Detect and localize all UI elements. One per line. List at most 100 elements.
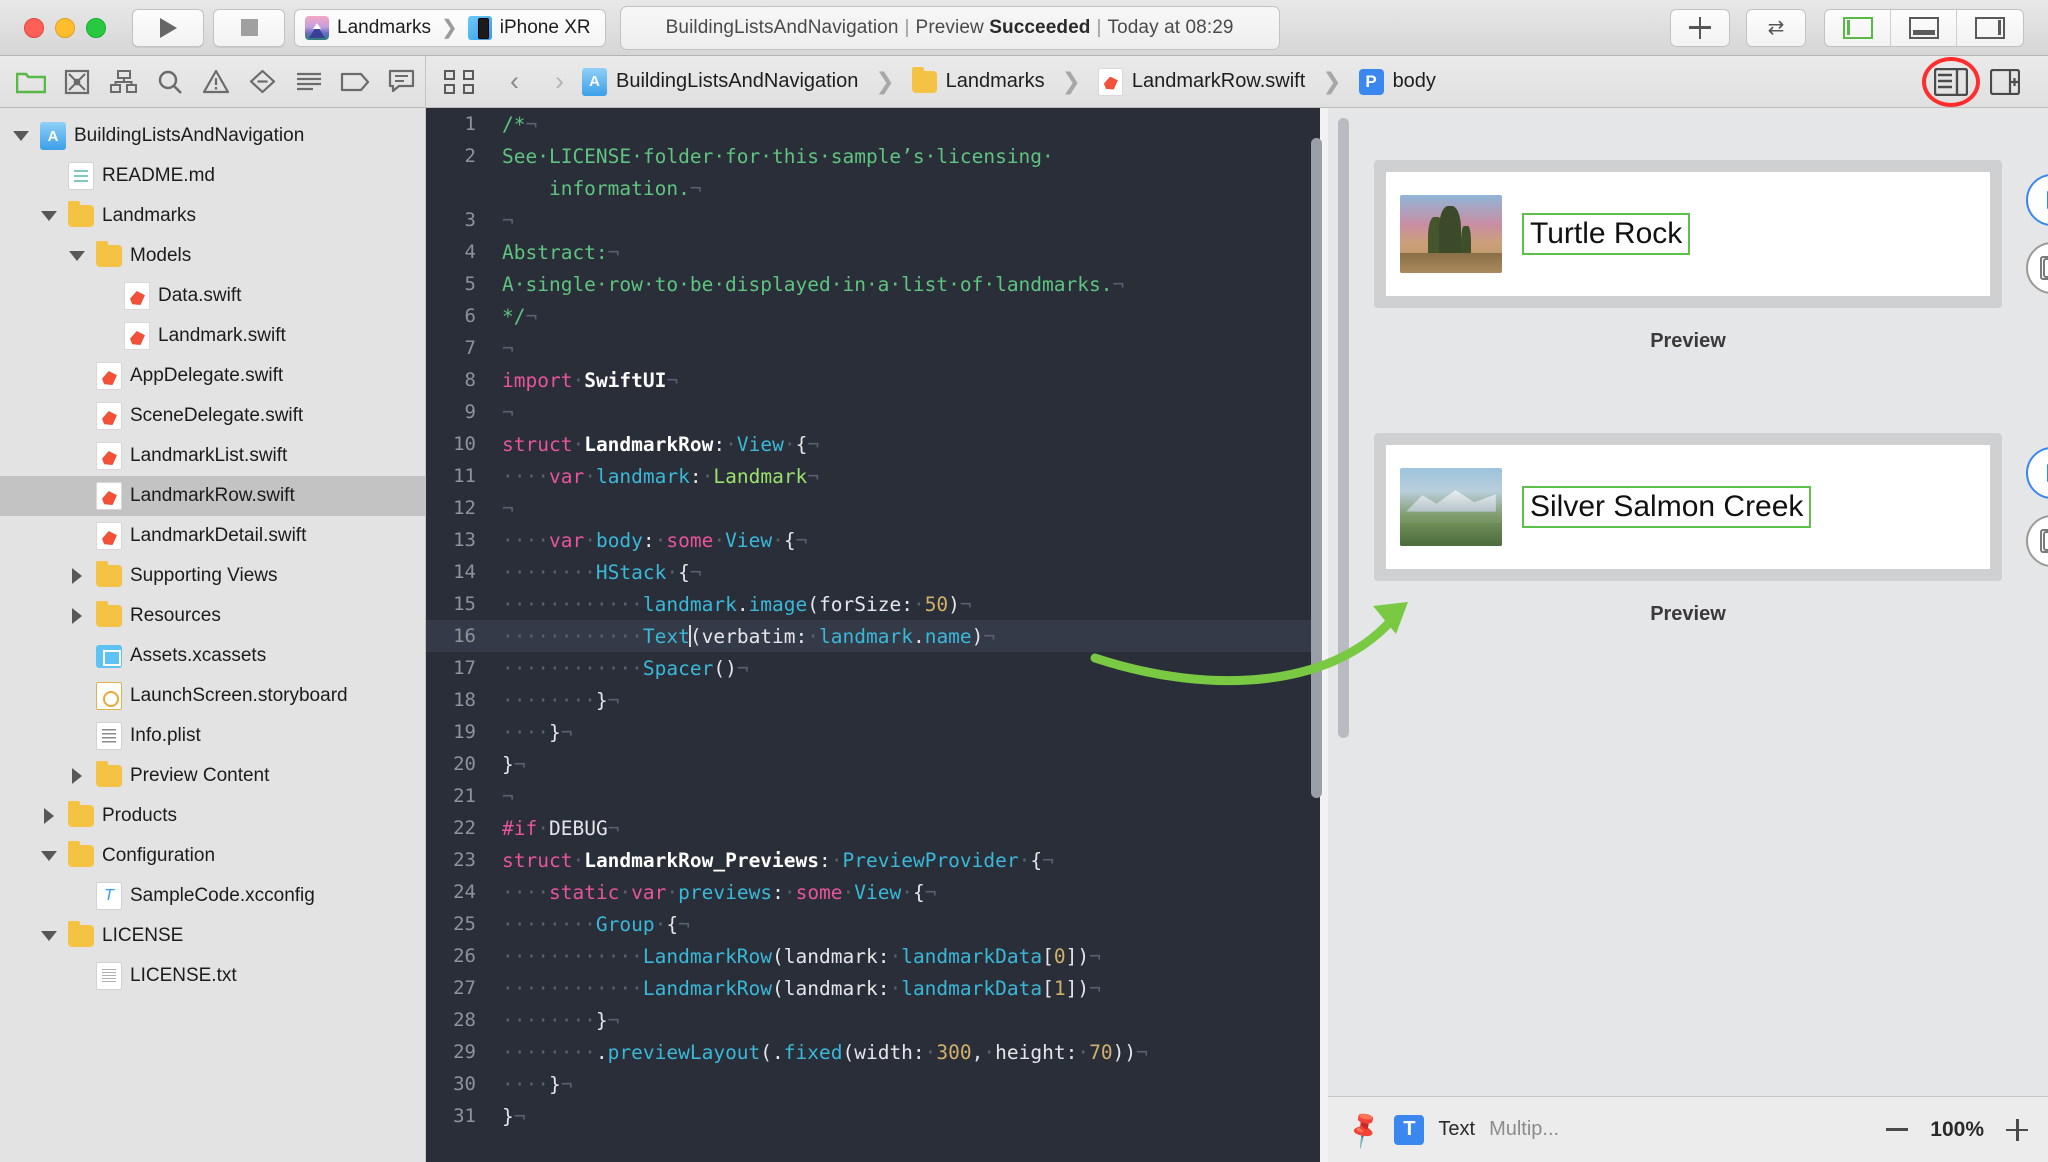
project-navigator[interactable]: BuildingListsAndNavigationREADME.mdLandm… <box>0 108 426 1162</box>
code-line[interactable]: 25········Group·{¬ <box>426 908 1320 940</box>
duplicate-preview-button-2[interactable] <box>2026 515 2048 567</box>
sidebar-item[interactable]: Products <box>0 796 425 836</box>
code-line[interactable]: 13····var·body:·some·View·{¬ <box>426 524 1320 556</box>
code-line[interactable]: 28········}¬ <box>426 1004 1320 1036</box>
sidebar-item[interactable]: SceneDelegate.swift <box>0 396 425 436</box>
sidebar-item[interactable]: LandmarkList.swift <box>0 436 425 476</box>
code-line[interactable]: 31}¬ <box>426 1100 1320 1132</box>
minimize-window-button[interactable] <box>55 18 75 38</box>
preview-canvas[interactable]: Turtle Rock Preview Silver Salmon Creek … <box>1328 108 2048 1096</box>
duplicate-preview-button-1[interactable] <box>2026 242 2048 294</box>
live-preview-button-1[interactable] <box>2026 174 2048 226</box>
code-line[interactable]: 23struct·LandmarkRow_Previews:·PreviewPr… <box>426 844 1320 876</box>
sidebar-item[interactable]: LICENSE <box>0 916 425 956</box>
sidebar-item[interactable]: LaunchScreen.storyboard <box>0 676 425 716</box>
sidebar-item[interactable]: Preview Content <box>0 756 425 796</box>
sidebar-item[interactable]: Configuration <box>0 836 425 876</box>
sidebar-item[interactable]: Assets.xcassets <box>0 636 425 676</box>
stop-button[interactable] <box>213 9 285 47</box>
live-preview-button-2[interactable] <box>2026 447 2048 499</box>
close-window-button[interactable] <box>24 18 44 38</box>
sidebar-item[interactable]: Models <box>0 236 425 276</box>
swap-editors-button[interactable]: ⇄ <box>1746 9 1806 47</box>
code-line[interactable]: 15············landmark.image(forSize:·50… <box>426 588 1320 620</box>
breadcrumb-item-group[interactable]: Landmarks <box>946 70 1045 93</box>
source-control-navigator-icon[interactable] <box>54 62 100 102</box>
breadcrumb-item-symbol[interactable]: body <box>1393 70 1436 93</box>
zoom-in-button[interactable] <box>2006 1119 2028 1141</box>
code-line[interactable]: 16············Text(verbatim:·landmark.na… <box>426 620 1320 652</box>
zoom-out-button[interactable] <box>1886 1128 1908 1131</box>
code-line[interactable]: 5A·single·row·to·be·displayed·in·a·list·… <box>426 268 1320 300</box>
run-button[interactable] <box>132 9 204 47</box>
code-line[interactable]: 2See·LICENSE·folder·for·this·sample’s·li… <box>426 140 1320 172</box>
sidebar-item[interactable]: SampleCode.xcconfig <box>0 876 425 916</box>
sidebar-item[interactable]: LICENSE.txt <box>0 956 425 996</box>
project-navigator-icon[interactable] <box>8 62 54 102</box>
code-line[interactable]: 20}¬ <box>426 748 1320 780</box>
navigate-forward-button[interactable]: › <box>537 66 582 97</box>
activity-status-bar[interactable]: BuildingListsAndNavigation | Preview Suc… <box>620 6 1280 50</box>
library-add-button[interactable] <box>1670 9 1730 47</box>
disclosure-triangle-icon[interactable] <box>66 608 88 624</box>
editor-scrollbar[interactable] <box>1311 138 1322 798</box>
breakpoint-navigator-icon[interactable] <box>332 62 378 102</box>
code-line[interactable]: 29········.previewLayout(.fixed(width:·3… <box>426 1036 1320 1068</box>
code-line[interactable]: 1/*¬ <box>426 108 1320 140</box>
scheme-selector[interactable]: Landmarks ❯ iPhone XR <box>294 9 606 47</box>
code-line[interactable]: information.¬ <box>426 172 1320 204</box>
disclosure-triangle-icon[interactable] <box>38 808 60 824</box>
sidebar-item[interactable]: BuildingListsAndNavigation <box>0 116 425 156</box>
issue-navigator-icon[interactable] <box>193 62 239 102</box>
code-line[interactable]: 18········}¬ <box>426 684 1320 716</box>
code-line[interactable]: 4Abstract:¬ <box>426 236 1320 268</box>
breadcrumb-item-project[interactable]: BuildingListsAndNavigation <box>616 70 858 93</box>
sidebar-item[interactable]: Resources <box>0 596 425 636</box>
sidebar-item[interactable]: LandmarkRow.swift <box>0 476 425 516</box>
toggle-debug-area-button[interactable] <box>1891 10 1957 46</box>
code-line[interactable]: 8import·SwiftUI¬ <box>426 364 1320 396</box>
sidebar-item[interactable]: README.md <box>0 156 425 196</box>
pin-icon[interactable]: 📌 <box>1342 1108 1386 1152</box>
zoom-window-button[interactable] <box>86 18 106 38</box>
adjust-editor-options-button[interactable] <box>1924 62 1978 102</box>
sidebar-item[interactable]: Landmarks <box>0 196 425 236</box>
breadcrumb-item-file[interactable]: LandmarkRow.swift <box>1132 70 1305 93</box>
test-navigator-icon[interactable] <box>240 62 286 102</box>
disclosure-triangle-icon[interactable] <box>38 211 60 221</box>
disclosure-triangle-icon[interactable] <box>66 768 88 784</box>
toggle-inspector-button[interactable] <box>1957 10 2023 46</box>
preview-text-element-2[interactable]: Silver Salmon Creek <box>1522 486 1811 528</box>
code-line[interactable]: 21¬ <box>426 780 1320 812</box>
code-line[interactable]: 9¬ <box>426 396 1320 428</box>
code-line[interactable]: 26············LandmarkRow(landmark:·land… <box>426 940 1320 972</box>
code-line[interactable]: 22#if·DEBUG¬ <box>426 812 1320 844</box>
disclosure-triangle-icon[interactable] <box>10 131 32 141</box>
preview-scrollbar[interactable] <box>1338 118 1349 738</box>
navigate-back-button[interactable]: ‹ <box>492 66 537 97</box>
code-line[interactable]: 11····var·landmark:·Landmark¬ <box>426 460 1320 492</box>
add-editor-button[interactable] <box>1978 62 2032 102</box>
code-line[interactable]: 10struct·LandmarkRow:·View·{¬ <box>426 428 1320 460</box>
sidebar-item[interactable]: Info.plist <box>0 716 425 756</box>
toggle-navigator-button[interactable] <box>1825 10 1891 46</box>
symbol-navigator-icon[interactable] <box>101 62 147 102</box>
report-navigator-icon[interactable] <box>379 62 425 102</box>
code-line[interactable]: 14········HStack·{¬ <box>426 556 1320 588</box>
preview-device-frame-2[interactable]: Silver Salmon Creek <box>1374 433 2002 581</box>
find-navigator-icon[interactable] <box>147 62 193 102</box>
sidebar-item[interactable]: AppDelegate.swift <box>0 356 425 396</box>
code-line[interactable]: 7¬ <box>426 332 1320 364</box>
sidebar-item[interactable]: LandmarkDetail.swift <box>0 516 425 556</box>
debug-navigator-icon[interactable] <box>286 62 332 102</box>
sidebar-item[interactable]: Data.swift <box>0 276 425 316</box>
code-line[interactable]: 19····}¬ <box>426 716 1320 748</box>
code-line[interactable]: 17············Spacer()¬ <box>426 652 1320 684</box>
source-editor[interactable]: 1/*¬2See·LICENSE·folder·for·this·sample’… <box>426 108 1320 1162</box>
related-items-icon[interactable] <box>444 69 474 95</box>
sidebar-item[interactable]: Supporting Views <box>0 556 425 596</box>
disclosure-triangle-icon[interactable] <box>66 251 88 261</box>
code-line[interactable]: 24····static·var·previews:·some·View·{¬ <box>426 876 1320 908</box>
code-line[interactable]: 27············LandmarkRow(landmark:·land… <box>426 972 1320 1004</box>
code-line[interactable]: 30····}¬ <box>426 1068 1320 1100</box>
